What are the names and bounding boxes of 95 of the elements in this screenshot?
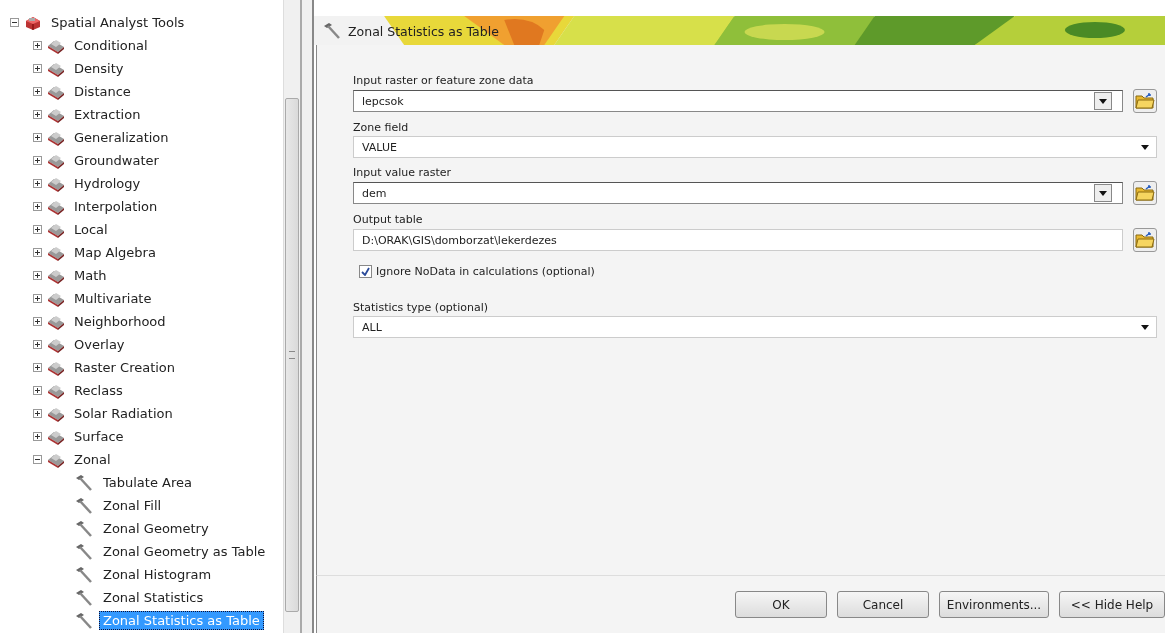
toolset-icon bbox=[47, 382, 65, 399]
expand-icon[interactable] bbox=[33, 294, 42, 303]
expand-icon[interactable] bbox=[33, 248, 42, 257]
field-label: Statistics type (optional) bbox=[353, 300, 489, 315]
expand-icon[interactable] bbox=[33, 156, 42, 165]
expand-icon[interactable] bbox=[33, 386, 42, 395]
tree-item[interactable]: Hydrology bbox=[70, 174, 145, 193]
tree-item[interactable]: Tabulate Area bbox=[99, 473, 196, 492]
toolbox-icon bbox=[24, 14, 42, 31]
tree-item[interactable]: Math bbox=[70, 266, 111, 285]
ok-button[interactable]: OK bbox=[735, 591, 827, 618]
tree-item[interactable]: Distance bbox=[70, 82, 135, 101]
toolset-icon bbox=[47, 221, 65, 238]
collapse-icon[interactable] bbox=[10, 18, 19, 27]
splitter[interactable] bbox=[300, 0, 314, 633]
expand-icon[interactable] bbox=[33, 202, 42, 211]
expand-icon[interactable] bbox=[33, 340, 42, 349]
scrollbar-thumb[interactable] bbox=[285, 98, 299, 612]
checkbox[interactable] bbox=[359, 265, 372, 278]
collapse-icon[interactable] bbox=[33, 455, 42, 464]
dropdown-field[interactable]: ALL bbox=[353, 316, 1157, 338]
field-label: Input raster or feature zone data bbox=[353, 73, 535, 88]
tree-item[interactable]: Neighborhood bbox=[70, 312, 170, 331]
toolset-icon bbox=[47, 106, 65, 123]
tree-item[interactable]: Raster Creation bbox=[70, 358, 180, 377]
tree-item[interactable]: Zonal Geometry bbox=[99, 519, 213, 538]
expand-icon[interactable] bbox=[33, 87, 42, 96]
hide-help-button[interactable]: << Hide Help bbox=[1059, 591, 1165, 618]
hammer-icon bbox=[74, 473, 94, 492]
expand-icon[interactable] bbox=[33, 133, 42, 142]
toolset-icon bbox=[47, 152, 65, 169]
tree-item[interactable]: Multivariate bbox=[70, 289, 156, 308]
field-label: Output table bbox=[353, 212, 424, 227]
field-label: Zone field bbox=[353, 120, 410, 135]
tree-item[interactable]: Zonal Histogram bbox=[99, 565, 216, 584]
folder-icon[interactable] bbox=[1133, 181, 1157, 205]
tree-item[interactable]: Zonal bbox=[70, 450, 115, 469]
tree-item[interactable]: Zonal Geometry as Table bbox=[99, 542, 270, 561]
toolset-icon bbox=[47, 336, 65, 353]
environments-button[interactable]: Environments... bbox=[939, 591, 1049, 618]
toolset-icon bbox=[47, 198, 65, 215]
tree-item[interactable]: Overlay bbox=[70, 335, 129, 354]
tree-item[interactable]: Conditional bbox=[70, 36, 152, 55]
hammer-icon bbox=[74, 496, 94, 515]
toolset-icon bbox=[47, 290, 65, 307]
dropdown-field[interactable]: lepcsok bbox=[353, 90, 1123, 112]
hammer-icon bbox=[74, 565, 94, 584]
toolset-icon bbox=[47, 129, 65, 146]
cancel-button[interactable]: Cancel bbox=[837, 591, 929, 618]
expand-icon[interactable] bbox=[33, 432, 42, 441]
tree-item[interactable]: Generalization bbox=[70, 128, 173, 147]
expand-icon[interactable] bbox=[33, 271, 42, 280]
tree-item[interactable]: Local bbox=[70, 220, 112, 239]
hammer-icon bbox=[322, 22, 342, 40]
expand-icon[interactable] bbox=[33, 409, 42, 418]
hammer-icon bbox=[74, 519, 94, 538]
toolset-icon bbox=[47, 244, 65, 261]
hammer-icon bbox=[74, 611, 94, 630]
folder-icon[interactable] bbox=[1133, 228, 1157, 252]
tree-item[interactable]: Map Algebra bbox=[70, 243, 160, 262]
toolset-icon bbox=[47, 451, 65, 468]
hammer-icon bbox=[74, 588, 94, 607]
tree-item[interactable]: Zonal Statistics bbox=[99, 588, 208, 607]
expand-icon[interactable] bbox=[33, 179, 42, 188]
tree-item[interactable]: Spatial Analyst Tools bbox=[47, 13, 189, 32]
expand-icon[interactable] bbox=[33, 363, 42, 372]
checkbox-label: Ignore NoData in calculations (optional) bbox=[376, 265, 595, 278]
toolset-icon bbox=[47, 37, 65, 54]
input-field[interactable]: D:\ORAK\GIS\domborzat\lekerdezes bbox=[353, 229, 1123, 251]
tree-item[interactable]: Groundwater bbox=[70, 151, 163, 170]
dropdown-field[interactable]: dem bbox=[353, 182, 1123, 204]
toolset-icon bbox=[47, 83, 65, 100]
expand-icon[interactable] bbox=[33, 64, 42, 73]
dropdown-field[interactable]: VALUE bbox=[353, 136, 1157, 158]
toolset-icon bbox=[47, 313, 65, 330]
expand-icon[interactable] bbox=[33, 110, 42, 119]
tree-item[interactable]: Reclass bbox=[70, 381, 127, 400]
toolset-icon bbox=[47, 175, 65, 192]
tree-item[interactable]: Extraction bbox=[70, 105, 145, 124]
expand-icon[interactable] bbox=[33, 225, 42, 234]
folder-icon[interactable] bbox=[1133, 89, 1157, 113]
tree-item[interactable]: Interpolation bbox=[70, 197, 162, 216]
toolset-icon bbox=[47, 60, 65, 77]
toolset-icon bbox=[47, 428, 65, 445]
toolset-icon bbox=[47, 267, 65, 284]
toolset-icon bbox=[47, 359, 65, 376]
tree-item[interactable]: Zonal Fill bbox=[99, 496, 166, 515]
tree-item[interactable]: Density bbox=[70, 59, 128, 78]
field-label: Input value raster bbox=[353, 165, 453, 180]
expand-icon[interactable] bbox=[33, 317, 42, 326]
hammer-icon bbox=[74, 542, 94, 561]
toolset-icon bbox=[47, 405, 65, 422]
expand-icon[interactable] bbox=[33, 41, 42, 50]
tree-item[interactable]: Surface bbox=[70, 427, 128, 446]
tree-item[interactable]: Solar Radiation bbox=[70, 404, 177, 423]
